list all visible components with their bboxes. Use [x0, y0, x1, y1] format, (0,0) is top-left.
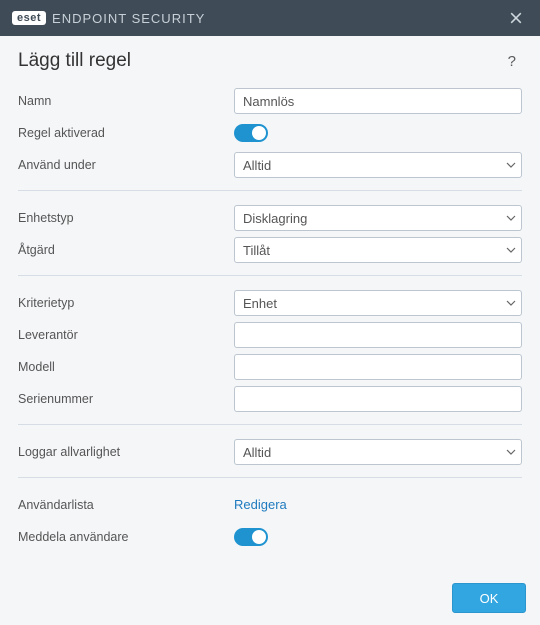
rule-enabled-label: Regel aktiverad	[18, 126, 234, 140]
notify-user-label: Meddela användare	[18, 530, 234, 544]
use-during-label: Använd under	[18, 158, 234, 172]
name-label: Namn	[18, 94, 234, 108]
rule-enabled-toggle[interactable]	[234, 124, 268, 142]
action-select[interactable]	[234, 237, 522, 263]
model-label: Modell	[18, 360, 234, 374]
brand-badge: eset	[12, 11, 46, 25]
use-during-value[interactable]	[234, 152, 522, 178]
log-severity-label: Loggar allvarlighet	[18, 445, 234, 459]
vendor-label: Leverantör	[18, 328, 234, 342]
criteria-type-label: Kriterietyp	[18, 296, 234, 310]
device-type-label: Enhetstyp	[18, 211, 234, 225]
content-area: Lägg till regel ? Namn Regel aktiverad A…	[0, 36, 540, 568]
divider	[18, 477, 522, 478]
divider	[18, 275, 522, 276]
action-label: Åtgärd	[18, 243, 234, 257]
notify-user-toggle[interactable]	[234, 528, 268, 546]
device-type-select[interactable]	[234, 205, 522, 231]
titlebar: eset ENDPOINT SECURITY	[0, 0, 540, 36]
footer: OK	[0, 571, 540, 625]
action-value[interactable]	[234, 237, 522, 263]
user-list-edit-link[interactable]: Redigera	[234, 497, 287, 512]
divider	[18, 424, 522, 425]
log-severity-select[interactable]	[234, 439, 522, 465]
serial-input[interactable]	[234, 386, 522, 412]
use-during-select[interactable]	[234, 152, 522, 178]
app-logo: eset ENDPOINT SECURITY	[12, 11, 504, 26]
user-list-label: Användarlista	[18, 498, 234, 512]
product-name: ENDPOINT SECURITY	[52, 11, 205, 26]
criteria-type-value[interactable]	[234, 290, 522, 316]
criteria-type-select[interactable]	[234, 290, 522, 316]
device-type-value[interactable]	[234, 205, 522, 231]
help-icon[interactable]: ?	[502, 51, 522, 72]
log-severity-value[interactable]	[234, 439, 522, 465]
name-input[interactable]	[234, 88, 522, 114]
page-title: Lägg till regel	[18, 50, 131, 72]
serial-label: Serienummer	[18, 392, 234, 406]
model-input[interactable]	[234, 354, 522, 380]
divider	[18, 190, 522, 191]
ok-button[interactable]: OK	[452, 583, 526, 613]
vendor-input[interactable]	[234, 322, 522, 348]
close-icon[interactable]	[504, 6, 528, 30]
